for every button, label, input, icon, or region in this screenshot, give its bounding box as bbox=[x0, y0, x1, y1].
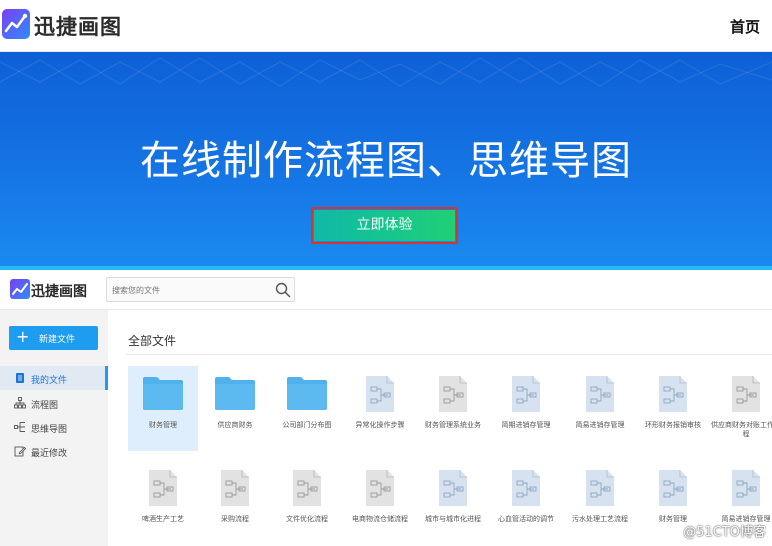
flowchart-file-icon bbox=[359, 375, 401, 413]
plus-icon: + bbox=[16, 327, 30, 346]
edit-icon bbox=[14, 446, 26, 457]
file-name: 供应商财务 bbox=[217, 421, 253, 429]
flowchart-icon bbox=[14, 397, 26, 409]
flowchart-file-icon bbox=[214, 469, 256, 507]
folder-icon bbox=[142, 375, 184, 413]
app-header: 迅捷画图 bbox=[0, 270, 772, 310]
new-file-button[interactable]: + 新建文件 bbox=[9, 326, 98, 350]
brand-logo-icon[interactable] bbox=[2, 9, 30, 39]
folder-item[interactable]: 公司部门分布图 bbox=[272, 366, 342, 451]
home-link[interactable]: 首页 bbox=[730, 16, 760, 37]
file-item[interactable]: 心血管活动的调节 bbox=[491, 460, 561, 545]
app-window: 迅捷画图 + 新建文件 我的文件 bbox=[0, 270, 772, 546]
file-item[interactable]: 文件优化流程 bbox=[272, 460, 342, 545]
file-item[interactable]: 环形财务报销审核 bbox=[638, 366, 708, 451]
sidebar-item-label: 思维导图 bbox=[31, 425, 68, 435]
file-name: 公司部门分布图 bbox=[282, 421, 332, 429]
hero-pattern-decoration bbox=[0, 57, 772, 87]
file-item[interactable]: 财务管理系统业务 bbox=[418, 366, 488, 451]
sidebar-item-flowchart[interactable]: 流程图 bbox=[0, 391, 108, 415]
section-title: 全部文件 bbox=[128, 334, 177, 348]
flowchart-file-icon bbox=[359, 469, 401, 507]
app-logo-icon[interactable] bbox=[10, 279, 30, 299]
file-name: 文件优化流程 bbox=[286, 515, 328, 523]
sidebar-item-my-files[interactable]: 我的文件 bbox=[0, 366, 108, 390]
divider bbox=[126, 354, 772, 355]
folder-item[interactable]: 供应商财务 bbox=[200, 366, 270, 451]
file-item[interactable]: 供应商财务对账工作流程 bbox=[711, 366, 772, 451]
sidebar-item-label: 流程图 bbox=[31, 401, 59, 411]
file-name: 采购流程 bbox=[221, 515, 249, 523]
file-name: 环形财务报销审核 bbox=[645, 421, 701, 429]
file-item[interactable]: 城市与城市化进程 bbox=[418, 460, 488, 545]
flowchart-file-icon bbox=[652, 375, 694, 413]
search-icon[interactable] bbox=[274, 281, 292, 299]
file-name: 财务管理 bbox=[149, 421, 177, 429]
file-icon bbox=[16, 373, 24, 383]
flowchart-file-icon bbox=[579, 375, 621, 413]
file-item[interactable]: 异常化操作步骤 bbox=[345, 366, 415, 451]
file-name: 城市与城市化进程 bbox=[425, 515, 481, 523]
sidebar: + 新建文件 我的文件 流程图 思维导图 最近修改 bbox=[0, 310, 108, 546]
sidebar-item-label: 最近修改 bbox=[31, 449, 68, 459]
file-item[interactable]: 电商物流仓储流程 bbox=[345, 460, 415, 545]
folder-item[interactable]: 财务管理 bbox=[128, 366, 198, 451]
new-file-label: 新建文件 bbox=[39, 335, 76, 345]
file-name: 啤酒生产工艺 bbox=[142, 515, 184, 523]
flowchart-file-icon bbox=[286, 469, 328, 507]
app-brand-name[interactable]: 迅捷画图 bbox=[31, 281, 87, 301]
cta-highlight-frame: 立即体验 bbox=[311, 207, 458, 244]
hero-title: 在线制作流程图、思维导图 bbox=[140, 138, 632, 184]
file-name: 电商物流仓储流程 bbox=[352, 515, 408, 523]
search-input[interactable] bbox=[112, 281, 272, 299]
sidebar-item-recent[interactable]: 最近修改 bbox=[0, 439, 108, 463]
flowchart-file-icon bbox=[505, 469, 547, 507]
flowchart-file-icon bbox=[505, 375, 547, 413]
flowchart-file-icon bbox=[652, 469, 694, 507]
file-item[interactable]: 污水处理工艺流程 bbox=[565, 460, 635, 545]
flowchart-file-icon bbox=[432, 375, 474, 413]
folder-icon bbox=[214, 375, 256, 413]
file-name: 污水处理工艺流程 bbox=[572, 515, 628, 523]
mindmap-icon bbox=[14, 422, 25, 432]
try-now-button[interactable]: 立即体验 bbox=[314, 210, 455, 241]
file-name: 供应商财务对账工作流程 bbox=[711, 421, 772, 438]
file-item[interactable]: 啤酒生产工艺 bbox=[128, 460, 198, 545]
flowchart-file-icon bbox=[432, 469, 474, 507]
file-name: 简期进销存管理 bbox=[501, 421, 551, 429]
flowchart-file-icon bbox=[725, 375, 767, 413]
file-item[interactable]: 简易进销存管理 bbox=[565, 366, 635, 451]
file-name: 心血管活动的调节 bbox=[498, 515, 554, 523]
sidebar-item-label: 我的文件 bbox=[31, 376, 68, 386]
flowchart-file-icon bbox=[142, 469, 184, 507]
file-item[interactable]: 采购流程 bbox=[200, 460, 270, 545]
file-item[interactable]: 简期进销存管理 bbox=[491, 366, 561, 451]
brand-name[interactable]: 迅捷画图 bbox=[34, 11, 122, 41]
file-name: 财务管理系统业务 bbox=[425, 421, 481, 429]
folder-icon bbox=[286, 375, 328, 413]
watermark-text: @51CTO博客 bbox=[683, 525, 766, 540]
file-name: 简易进销存管理 bbox=[575, 421, 625, 429]
site-header: 迅捷画图 首页 bbox=[0, 0, 772, 52]
file-name: 异常化操作步骤 bbox=[355, 421, 405, 429]
flowchart-file-icon bbox=[725, 469, 767, 507]
hero-banner: 在线制作流程图、思维导图 立即体验 bbox=[0, 52, 772, 270]
flowchart-file-icon bbox=[579, 469, 621, 507]
sidebar-item-mindmap[interactable]: 思维导图 bbox=[0, 415, 108, 439]
search-box bbox=[106, 277, 295, 302]
file-browser: 全部文件 财务管理 供应商财务 公司部门分布图 异常化操作步骤 财务管理系统业务 简期进销… bbox=[108, 310, 772, 546]
